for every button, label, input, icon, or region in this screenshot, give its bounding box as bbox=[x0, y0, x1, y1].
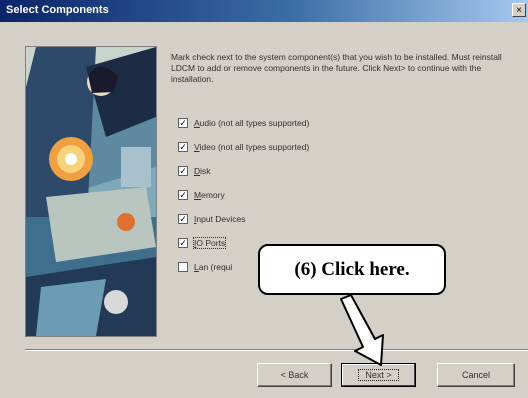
button-separator-highlight bbox=[25, 350, 528, 351]
cancel-button[interactable]: Cancel bbox=[437, 363, 515, 387]
memory-label-rest: emory bbox=[201, 190, 225, 200]
click-here-callout: (6) Click here. bbox=[258, 244, 446, 295]
window-title: Select Components bbox=[6, 4, 109, 16]
memory-label: Memory bbox=[194, 190, 225, 200]
io-ports-checkbox[interactable]: ✓ bbox=[178, 238, 188, 248]
input-devices-checkbox[interactable]: ✓ bbox=[178, 214, 188, 224]
option-disk[interactable]: ✓ Disk bbox=[178, 164, 211, 178]
option-audio[interactable]: ✓ Audio (not all types supported) bbox=[178, 116, 309, 130]
lan-label: Lan (requi bbox=[194, 262, 232, 272]
back-button[interactable]: < Back bbox=[257, 363, 332, 387]
disk-label-rest: isk bbox=[200, 166, 211, 176]
select-components-dialog: Select Components × Mark check next to t… bbox=[0, 0, 528, 398]
disk-label: Disk bbox=[194, 166, 211, 176]
input-devices-label: Input Devices bbox=[194, 214, 246, 224]
audio-label: Audio (not all types supported) bbox=[194, 118, 309, 128]
option-memory[interactable]: ✓ Memory bbox=[178, 188, 225, 202]
audio-label-rest: udio (not all types supported) bbox=[199, 118, 310, 128]
option-lan[interactable]: Lan (requi bbox=[178, 260, 232, 274]
instructions-text: Mark check next to the system component(… bbox=[171, 52, 502, 84]
disk-checkbox[interactable]: ✓ bbox=[178, 166, 188, 176]
memory-checkbox[interactable]: ✓ bbox=[178, 190, 188, 200]
close-icon[interactable]: × bbox=[512, 3, 526, 17]
wizard-artwork bbox=[26, 47, 156, 336]
pointer-arrow-icon bbox=[340, 295, 384, 366]
io-ports-label: IO Ports bbox=[192, 237, 227, 249]
option-input-devices[interactable]: ✓ Input Devices bbox=[178, 212, 246, 226]
video-checkbox[interactable]: ✓ bbox=[178, 142, 188, 152]
audio-checkbox[interactable]: ✓ bbox=[178, 118, 188, 128]
video-label-rest: ideo (not all types supported) bbox=[199, 142, 310, 152]
lan-checkbox[interactable] bbox=[178, 262, 188, 272]
title-bar[interactable]: Select Components × bbox=[0, 0, 528, 22]
next-button-label: Next > bbox=[358, 369, 399, 381]
video-label: Video (not all types supported) bbox=[194, 142, 309, 152]
io-ports-label-rest: O Ports bbox=[196, 238, 226, 248]
option-video[interactable]: ✓ Video (not all types supported) bbox=[178, 140, 309, 154]
input-devices-label-rest: nput Devices bbox=[196, 214, 246, 224]
option-io-ports[interactable]: ✓ IO Ports bbox=[178, 236, 227, 250]
wizard-illustration bbox=[25, 46, 157, 337]
lan-label-rest: an (requi bbox=[198, 262, 233, 272]
